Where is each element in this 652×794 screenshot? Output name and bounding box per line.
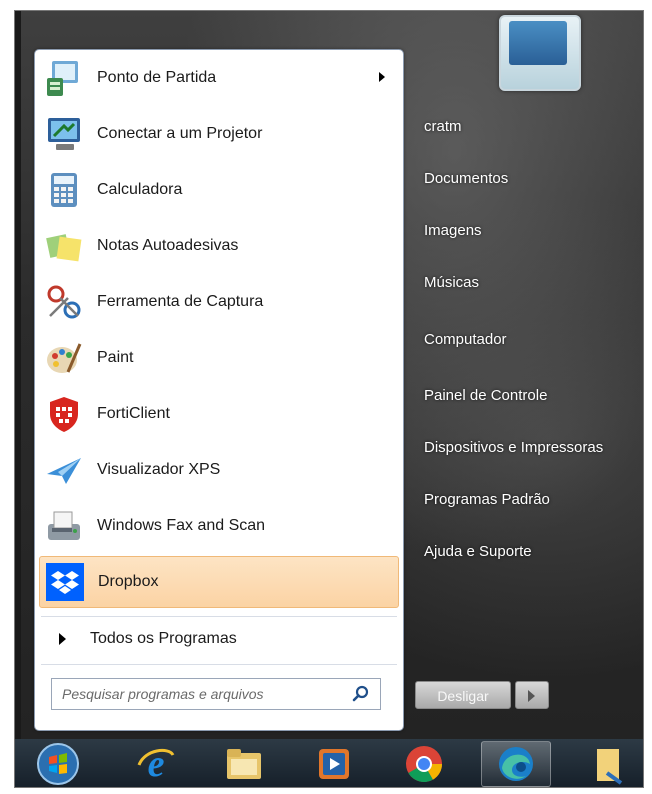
link-musicas[interactable]: Músicas xyxy=(424,274,479,291)
program-calculadora[interactable]: Calculadora xyxy=(39,164,399,216)
program-notas-autoadesivas[interactable]: Notas Autoadesivas xyxy=(39,220,399,272)
program-label: Dropbox xyxy=(98,573,159,590)
internet-explorer-icon[interactable]: e xyxy=(127,741,185,787)
getting-started-icon xyxy=(41,55,87,101)
left-edge-bar xyxy=(15,11,21,787)
program-label: Visualizador XPS xyxy=(97,461,221,478)
program-windows-fax-scan[interactable]: Windows Fax and Scan xyxy=(39,500,399,552)
paint-icon xyxy=(41,335,87,381)
submenu-arrow-icon xyxy=(379,72,385,82)
all-programs-button[interactable]: Todos os Programas xyxy=(39,622,399,656)
program-label: Windows Fax and Scan xyxy=(97,517,266,534)
program-forticlient[interactable]: FortiClient xyxy=(39,388,399,440)
media-player-icon[interactable] xyxy=(305,741,363,787)
program-label: Conectar a um Projetor xyxy=(97,125,263,142)
link-dispositivos-impressoras[interactable]: Dispositivos e Impressoras xyxy=(424,439,603,456)
screenshot-frame: Ponto de Partida Conectar a um Projetor … xyxy=(14,10,644,788)
user-picture-image xyxy=(509,21,567,65)
link-computador[interactable]: Computador xyxy=(424,331,507,348)
expand-arrow-icon xyxy=(59,633,66,645)
file-explorer-icon[interactable] xyxy=(215,741,273,787)
shutdown-button[interactable]: Desligar xyxy=(415,681,511,709)
separator xyxy=(41,664,397,665)
program-label: FortiClient xyxy=(97,405,170,422)
shutdown-options-button[interactable] xyxy=(515,681,549,709)
program-visualizador-xps[interactable]: Visualizador XPS xyxy=(39,444,399,496)
link-documentos[interactable]: Documentos xyxy=(424,170,508,187)
chrome-icon[interactable] xyxy=(395,741,453,787)
projector-icon xyxy=(41,111,87,157)
link-ajuda-suporte[interactable]: Ajuda e Suporte xyxy=(424,543,532,560)
link-programas-padrao[interactable]: Programas Padrão xyxy=(424,491,550,508)
link-painel-controle[interactable]: Painel de Controle xyxy=(424,387,547,404)
start-orb-icon[interactable] xyxy=(29,741,87,787)
folder-icon[interactable] xyxy=(581,741,639,787)
program-dropbox[interactable]: Dropbox xyxy=(39,556,399,608)
program-label: Ferramenta de Captura xyxy=(97,293,264,310)
programs-panel: Ponto de Partida Conectar a um Projetor … xyxy=(34,49,404,731)
sticky-notes-icon xyxy=(41,223,87,269)
calculator-icon xyxy=(41,167,87,213)
xps-viewer-icon xyxy=(41,447,87,493)
program-paint[interactable]: Paint xyxy=(39,332,399,384)
forticlient-icon xyxy=(41,391,87,437)
link-imagens[interactable]: Imagens xyxy=(424,222,482,239)
dropbox-icon xyxy=(42,559,88,605)
fax-scan-icon xyxy=(41,503,87,549)
search-icon[interactable] xyxy=(352,685,370,703)
program-ferramenta-captura[interactable]: Ferramenta de Captura xyxy=(39,276,399,328)
program-label: Calculadora xyxy=(97,181,183,198)
program-label: Notas Autoadesivas xyxy=(97,237,239,254)
program-ponto-de-partida[interactable]: Ponto de Partida xyxy=(39,52,399,104)
separator xyxy=(41,616,397,617)
search-input[interactable] xyxy=(60,685,344,703)
all-programs-label: Todos os Programas xyxy=(90,630,237,647)
edge-icon[interactable] xyxy=(481,741,551,787)
program-label: Paint xyxy=(97,349,134,366)
program-label: Ponto de Partida xyxy=(97,69,217,86)
user-picture[interactable] xyxy=(499,15,581,91)
search-box[interactable] xyxy=(51,678,381,710)
snipping-tool-icon xyxy=(41,279,87,325)
taskbar: e xyxy=(15,739,643,787)
user-name-link[interactable]: cratm xyxy=(424,118,462,135)
program-conectar-projetor[interactable]: Conectar a um Projetor xyxy=(39,108,399,160)
